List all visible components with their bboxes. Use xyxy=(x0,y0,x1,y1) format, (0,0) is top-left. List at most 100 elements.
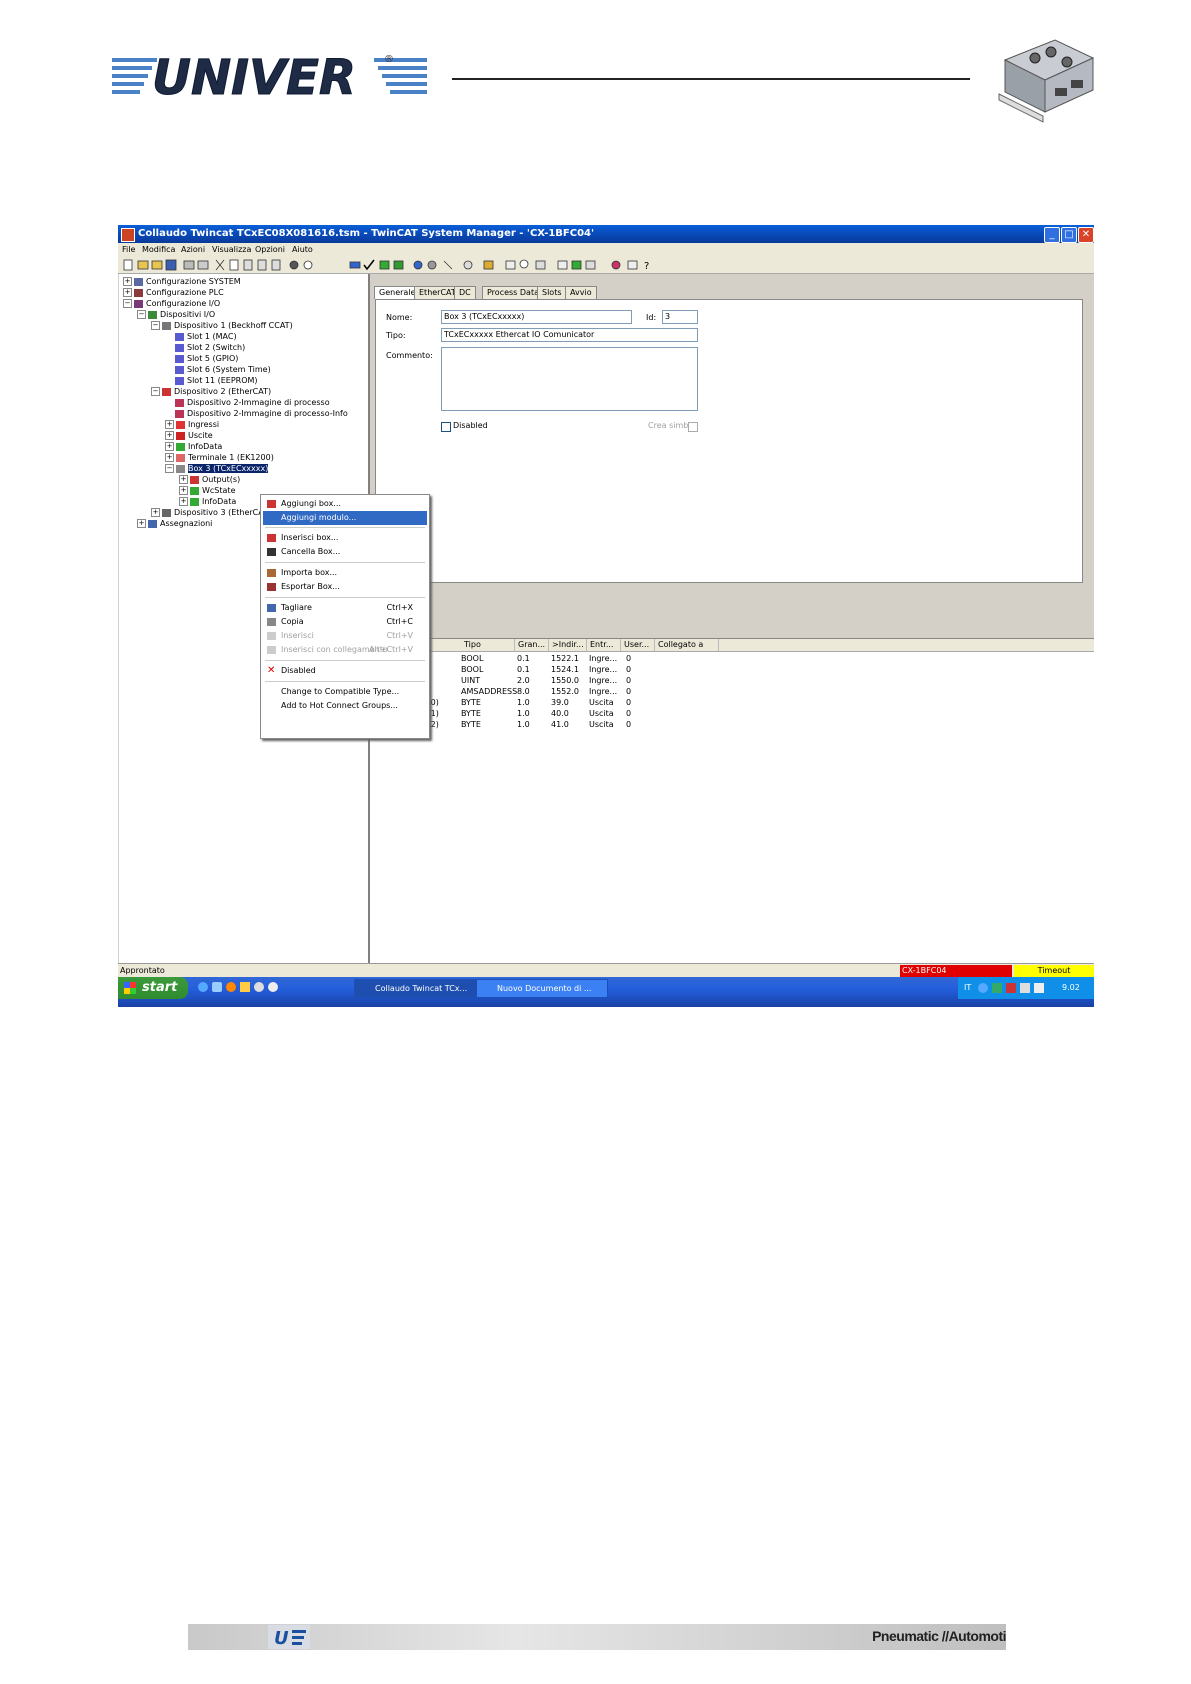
new-icon xyxy=(123,259,133,271)
release-icon xyxy=(585,260,596,270)
doc-icon xyxy=(627,260,638,270)
export-icon xyxy=(267,583,276,591)
footer-logo: U xyxy=(268,1625,310,1649)
delete-icon xyxy=(267,548,276,556)
shield-icon[interactable] xyxy=(1020,983,1030,993)
network-icon xyxy=(413,260,423,270)
footer-text: Pneumatic //Automoti xyxy=(872,1628,1006,1644)
menu-item-export-box[interactable]: Esportar Box... xyxy=(263,580,427,594)
paste-icon xyxy=(271,259,281,271)
paste-icon xyxy=(243,259,253,271)
maximize-button[interactable]: □ xyxy=(1061,227,1077,243)
tab-process-data[interactable]: Process Data xyxy=(482,286,544,299)
ie-icon[interactable] xyxy=(198,982,208,992)
menu-separator xyxy=(265,562,425,563)
device-icon xyxy=(162,321,171,330)
ethercat-icon xyxy=(162,508,171,517)
col-address[interactable]: >Indir... xyxy=(549,639,587,651)
disabled-checkbox[interactable] xyxy=(441,422,451,432)
check-icon xyxy=(363,259,375,271)
task-twincat[interactable]: Collaudo Twincat TCx... xyxy=(354,979,486,998)
devices-icon xyxy=(148,310,157,319)
status-bar: Approntato CX-1BFC04 (5.27.252.4.1.1) Ti… xyxy=(118,963,1094,987)
link-icon xyxy=(535,260,546,270)
security-icon[interactable] xyxy=(1006,983,1016,993)
comment-field[interactable] xyxy=(441,347,698,411)
timeout-status: Timeout xyxy=(1014,965,1094,977)
infodata-icon xyxy=(176,442,185,451)
scan-icon xyxy=(427,260,437,270)
col-linked[interactable]: Collegato a xyxy=(655,639,719,651)
add-box-icon xyxy=(267,500,276,508)
close-button[interactable]: ✕ xyxy=(1078,227,1094,243)
network-icon[interactable] xyxy=(978,983,988,993)
col-user[interactable]: User... xyxy=(621,639,655,651)
io-icon xyxy=(134,299,143,308)
wcstate-icon xyxy=(190,486,199,495)
language-indicator[interactable]: IT xyxy=(964,977,971,999)
col-size[interactable]: Gran... xyxy=(515,639,549,651)
tree-item[interactable]: + Assegnazioni xyxy=(137,518,212,530)
menu-azioni[interactable]: Azioni xyxy=(181,245,205,254)
col-tipo[interactable]: Tipo xyxy=(461,639,515,651)
twincat-tray-icon[interactable] xyxy=(992,983,1002,993)
name-field[interactable]: Box 3 (TCxECxxxxx) xyxy=(441,310,632,324)
activate-icon xyxy=(379,260,390,270)
volume-icon[interactable] xyxy=(1034,983,1044,993)
target-icon xyxy=(463,260,473,270)
menu-opzioni[interactable]: Opzioni xyxy=(255,245,285,254)
task-document[interactable]: Nuovo Documento di ... xyxy=(476,979,608,998)
tab-panel-generale: Nome: Box 3 (TCxECxxxxx) Id: 3 Tipo: TCx… xyxy=(375,299,1083,583)
force-icon xyxy=(557,260,568,270)
menu-item-paste-link[interactable]: Inserisci con collegamento Alt+Ctrl+V xyxy=(263,643,427,657)
tab-slots[interactable]: Slots xyxy=(537,286,567,299)
paste-link-icon xyxy=(257,259,267,271)
box-icon xyxy=(176,464,185,473)
id-field[interactable]: 3 xyxy=(662,310,698,324)
menu-item-change-type[interactable]: Change to Compatible Type... xyxy=(263,685,427,699)
menu-visualizza[interactable]: Visualizza xyxy=(212,245,251,254)
detail-panel: Generale EtherCAT DC Process Data Slots … xyxy=(370,274,1094,964)
menu-file[interactable]: File xyxy=(122,245,135,254)
clock[interactable]: 9.02 xyxy=(1062,977,1080,999)
menu-item-paste[interactable]: Inserisci Ctrl+V xyxy=(263,629,427,643)
close-icon: ✕ xyxy=(267,665,276,676)
comment-label: Commento: xyxy=(386,351,433,360)
menu-item-import-box[interactable]: Importa box... xyxy=(263,566,427,580)
type-field[interactable]: TCxECxxxxx Ethercat IO Comunicator xyxy=(441,328,698,342)
menu-item-insert-box[interactable]: Inserisci box... xyxy=(263,531,427,545)
variables-grid: Tipo Gran... >Indir... Entr... User... C… xyxy=(370,638,1094,964)
menu-item-hot-connect[interactable]: Add to Hot Connect Groups... xyxy=(263,699,427,713)
paste-icon xyxy=(267,632,276,640)
media-icon[interactable] xyxy=(254,982,264,992)
menu-item-add-module[interactable]: Aggiungi modulo... xyxy=(263,511,427,525)
explorer-icon[interactable] xyxy=(212,982,222,992)
menu-item-add-box[interactable]: Aggiungi box... xyxy=(263,497,427,511)
config-icon xyxy=(349,261,361,269)
menu-item-cut[interactable]: Tagliare Ctrl+X xyxy=(263,601,427,615)
terminal-icon xyxy=(176,453,185,462)
menu-item-copy[interactable]: Copia Ctrl+C xyxy=(263,615,427,629)
folder-icon[interactable] xyxy=(240,982,250,992)
firefox-icon[interactable] xyxy=(226,982,236,992)
slot-icon xyxy=(175,343,184,352)
zoom-icon xyxy=(519,259,529,269)
grid-icon xyxy=(505,260,516,270)
create-symbols-checkbox[interactable] xyxy=(688,422,698,432)
toolbar: ? xyxy=(118,257,1094,274)
menu-aiuto[interactable]: Aiuto xyxy=(292,245,313,254)
minimize-button[interactable]: _ xyxy=(1044,227,1060,243)
system-icon xyxy=(134,277,143,286)
toolbar-icons[interactable]: ? xyxy=(118,257,1094,273)
insert-box-icon xyxy=(267,534,276,542)
menu-item-delete-box[interactable]: Cancella Box... xyxy=(263,545,427,559)
tab-avvio[interactable]: Avvio xyxy=(565,286,597,299)
col-direction[interactable]: Entr... xyxy=(587,639,621,651)
clock-icon[interactable] xyxy=(268,982,278,992)
open-icon xyxy=(151,260,163,270)
menu-modifica[interactable]: Modifica xyxy=(142,245,175,254)
slot-icon xyxy=(175,332,184,341)
tab-dc[interactable]: DC xyxy=(454,286,476,299)
window-title: Collaudo Twincat TCxEC08X081616.tsm - Tw… xyxy=(138,228,595,239)
menu-item-disabled[interactable]: ✕ Disabled xyxy=(263,664,427,678)
